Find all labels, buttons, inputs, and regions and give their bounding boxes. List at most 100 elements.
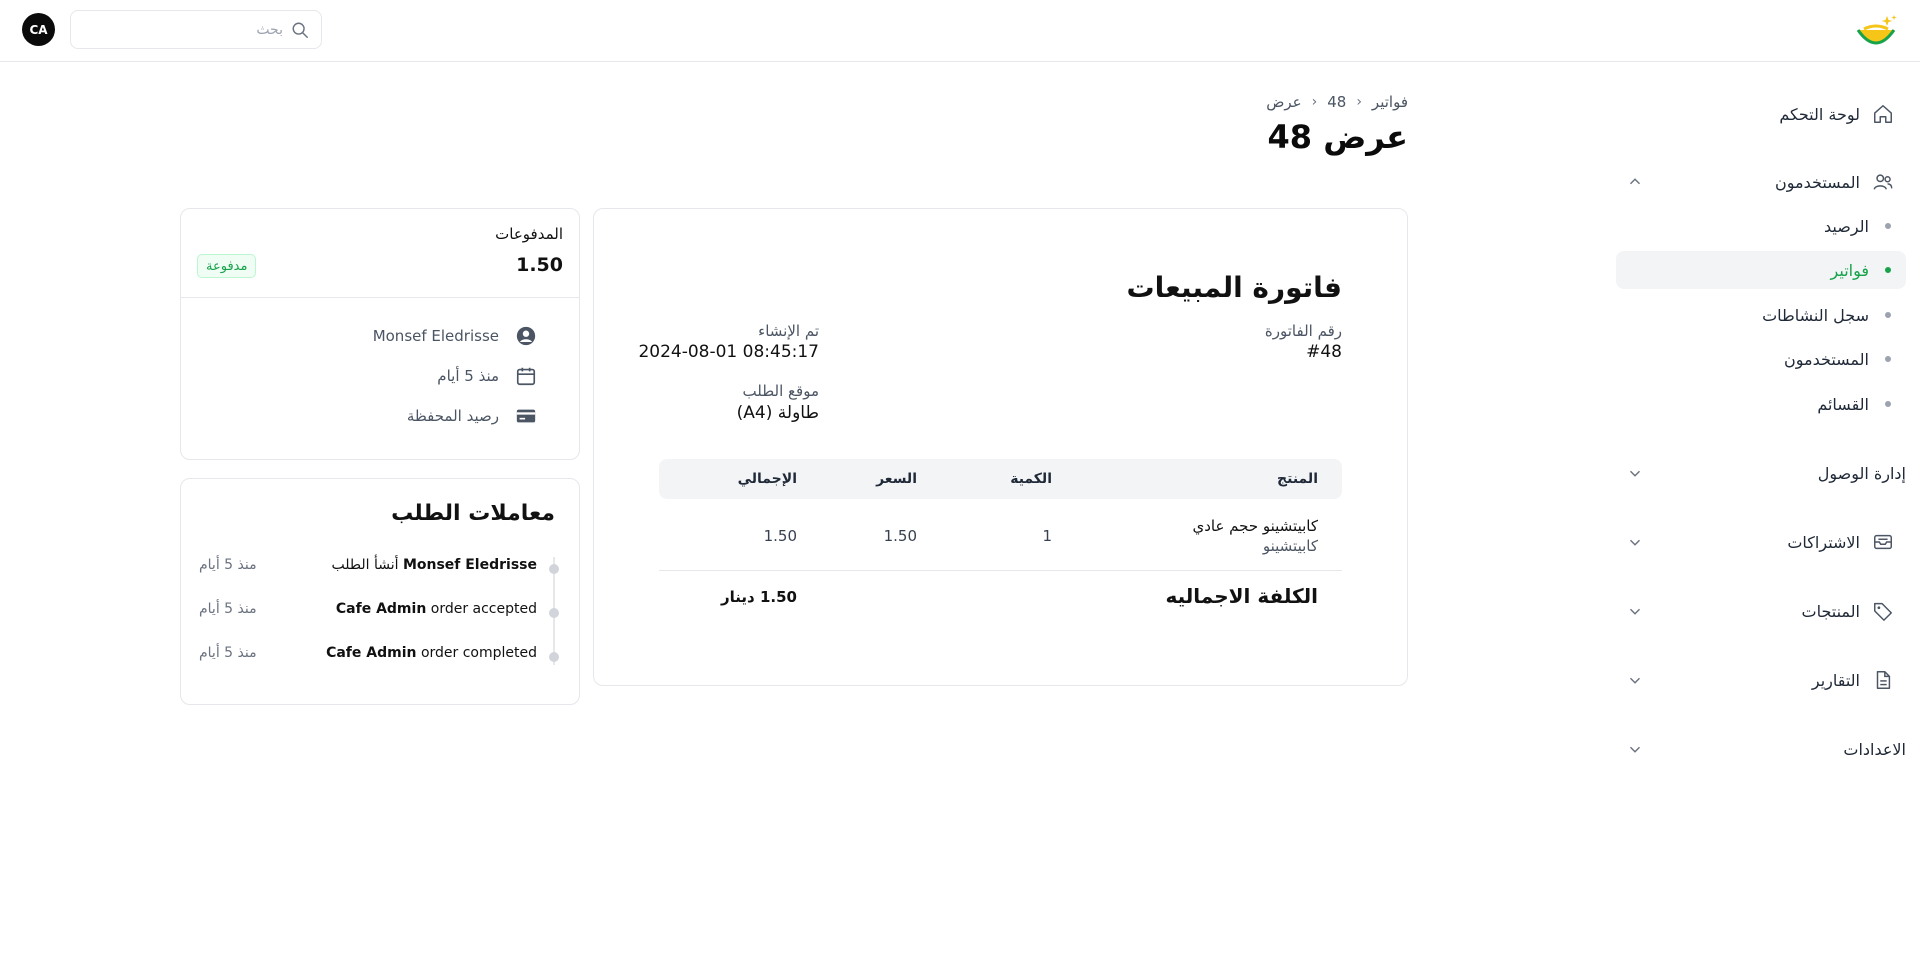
transaction-action: أنشأ الطلب [331, 557, 399, 573]
payment-time-text: منذ 5 أيام [437, 367, 499, 385]
inbox-icon [1870, 529, 1896, 555]
table-row: كابيتشينو حجم عادي كابيتشينو 1 1.50 1.50 [659, 509, 1342, 571]
table-header: المنتج الكمية السعر الإجمالي [659, 459, 1342, 499]
breadcrumb-current: عرض [1266, 93, 1302, 111]
transaction-actor: Cafe Admin [326, 645, 417, 661]
payment-method-text: رصيد المحفظة [406, 407, 499, 425]
transaction-actor: Monsef Eledrisse [402, 557, 537, 573]
invoice-number-value: #48 [1306, 342, 1342, 362]
tag-icon [1870, 598, 1896, 624]
sidebar-item-subscriptions[interactable]: الاشتراكات [1626, 528, 1896, 556]
sidebar-item-label: المنتجات [1801, 601, 1861, 621]
sidebar-item-coupons[interactable]: القسائم [1616, 385, 1906, 423]
chevron-down-icon [1629, 539, 1641, 546]
payment-customer: Monsef Eledrisse [373, 322, 539, 350]
transaction-time: منذ 5 أيام [199, 557, 257, 573]
sidebar-item-access-management[interactable]: إدارة الوصول [1626, 459, 1906, 487]
payment-time: منذ 5 أيام [437, 362, 539, 390]
bullet-dot [1885, 267, 1891, 273]
sidebar-item-label: القسائم [1817, 394, 1869, 414]
chevron-down-icon [1629, 470, 1641, 477]
total-row: الكلفة الاجماليه 1.50 دينار [659, 584, 1342, 614]
payments-title: المدفوعات [495, 225, 563, 243]
chevron-down-icon [1629, 746, 1641, 753]
status-badge: مدفوعة [197, 254, 257, 278]
column-product: المنتج [1277, 471, 1318, 487]
payment-amount: 1.50 [516, 254, 563, 276]
product-category: كابيتشينو [1262, 537, 1318, 555]
timeline-dot [549, 564, 559, 574]
search-input[interactable] [93, 21, 283, 38]
transactions-title: معاملات الطلب [391, 501, 555, 526]
sidebar-item-label: التقارير [1811, 670, 1860, 690]
transaction-action: order completed [420, 645, 537, 661]
sidebar-item-dashboard[interactable]: لوحة التحكم [1626, 100, 1896, 128]
sidebar-item-label: سجل النشاطات [1762, 305, 1869, 325]
location-label: موقع الطلب [742, 382, 819, 400]
users-icon [1870, 169, 1896, 195]
timeline-dot [549, 608, 559, 618]
transaction-time: منذ 5 أيام [199, 601, 257, 617]
sidebar-item-settings[interactable]: الاعدادات [1626, 735, 1906, 763]
invoice-title: فاتورة المبيعات [1126, 271, 1342, 304]
bullet-dot [1885, 356, 1891, 362]
transaction-text: Cafe Admin order completed [326, 645, 537, 661]
created-label: تم الإنشاء [758, 322, 819, 340]
chevron-up-icon [1629, 178, 1641, 185]
breadcrumb-invoice-id[interactable]: 48 [1327, 93, 1346, 111]
user-circle-icon [513, 323, 539, 349]
chevron-down-icon [1629, 608, 1641, 615]
sidebar-item-balance[interactable]: الرصيد [1616, 207, 1906, 245]
column-quantity: الكمية [1010, 471, 1052, 487]
total-value: 1.50 دينار [721, 588, 797, 606]
sidebar: لوحة التحكم المستخدمون الرصيد فواتير سجل… [1600, 62, 1920, 968]
page-title: عرض 48 [1267, 118, 1408, 156]
created-value: 2024-08-01 08:45:17 [638, 342, 819, 362]
sidebar-item-label: الاشتراكات [1787, 532, 1860, 552]
total-label: الكلفة الاجماليه [1165, 584, 1318, 608]
row-price: 1.50 [883, 527, 917, 545]
invoice-number-label: رقم الفاتورة [1264, 322, 1342, 340]
sidebar-item-label: المستخدمون [1784, 349, 1869, 369]
payment-method: رصيد المحفظة [407, 402, 539, 430]
sidebar-item-label: الرصيد [1824, 216, 1869, 236]
sidebar-item-activity-log[interactable]: سجل النشاطات [1616, 296, 1906, 334]
breadcrumb: فواتير ‹ 48 ‹ عرض [1266, 93, 1408, 111]
document-icon [1870, 667, 1896, 693]
sidebar-item-reports[interactable]: التقارير [1626, 666, 1896, 694]
top-bar: CA [0, 0, 1920, 62]
sidebar-item-label: لوحة التحكم [1779, 104, 1860, 124]
app-logo[interactable] [1854, 12, 1898, 52]
sidebar-item-label: فواتير [1830, 260, 1869, 280]
sidebar-item-invoices[interactable]: فواتير [1616, 251, 1906, 289]
sidebar-item-products[interactable]: المنتجات [1626, 597, 1896, 625]
sidebar-item-users[interactable]: المستخدمون [1616, 340, 1906, 378]
sidebar-item-label: إدارة الوصول [1817, 463, 1906, 483]
calendar-icon [513, 363, 539, 389]
timeline-dot [549, 652, 559, 662]
payments-card: المدفوعات 1.50 مدفوعة Monsef Eledrisse م… [180, 208, 580, 460]
breadcrumb-invoices[interactable]: فواتير [1372, 93, 1408, 111]
transaction-text: Cafe Admin order accepted [336, 601, 537, 617]
sidebar-item-label: المستخدمون [1775, 172, 1860, 192]
invoice-card: فاتورة المبيعات رقم الفاتورة #48 تم الإن… [593, 208, 1408, 686]
home-icon [1870, 101, 1896, 127]
list-item: Monsef Eledrisse أنشأ الطلب منذ 5 أيام [199, 555, 559, 579]
transactions-card: معاملات الطلب Monsef Eledrisse أنشأ الطل… [180, 478, 580, 705]
row-quantity: 1 [1042, 527, 1052, 545]
divider [181, 297, 579, 298]
column-total: الإجمالي [737, 471, 797, 487]
chevron-left-icon: ‹ [1356, 94, 1362, 110]
customer-name: Monsef Eledrisse [372, 327, 499, 345]
transaction-actor: Cafe Admin [335, 601, 427, 617]
list-item: Cafe Admin order completed منذ 5 أيام [199, 643, 559, 667]
column-price: السعر [876, 471, 917, 487]
bullet-dot [1885, 312, 1891, 318]
avatar[interactable]: CA [22, 13, 55, 46]
search-box[interactable] [70, 10, 322, 49]
sidebar-item-users-group[interactable]: المستخدمون [1626, 168, 1896, 196]
bullet-dot [1885, 401, 1891, 407]
bullet-dot [1885, 223, 1891, 229]
location-value: طاولة (A4) [736, 403, 819, 423]
transaction-action: order accepted [430, 601, 537, 617]
